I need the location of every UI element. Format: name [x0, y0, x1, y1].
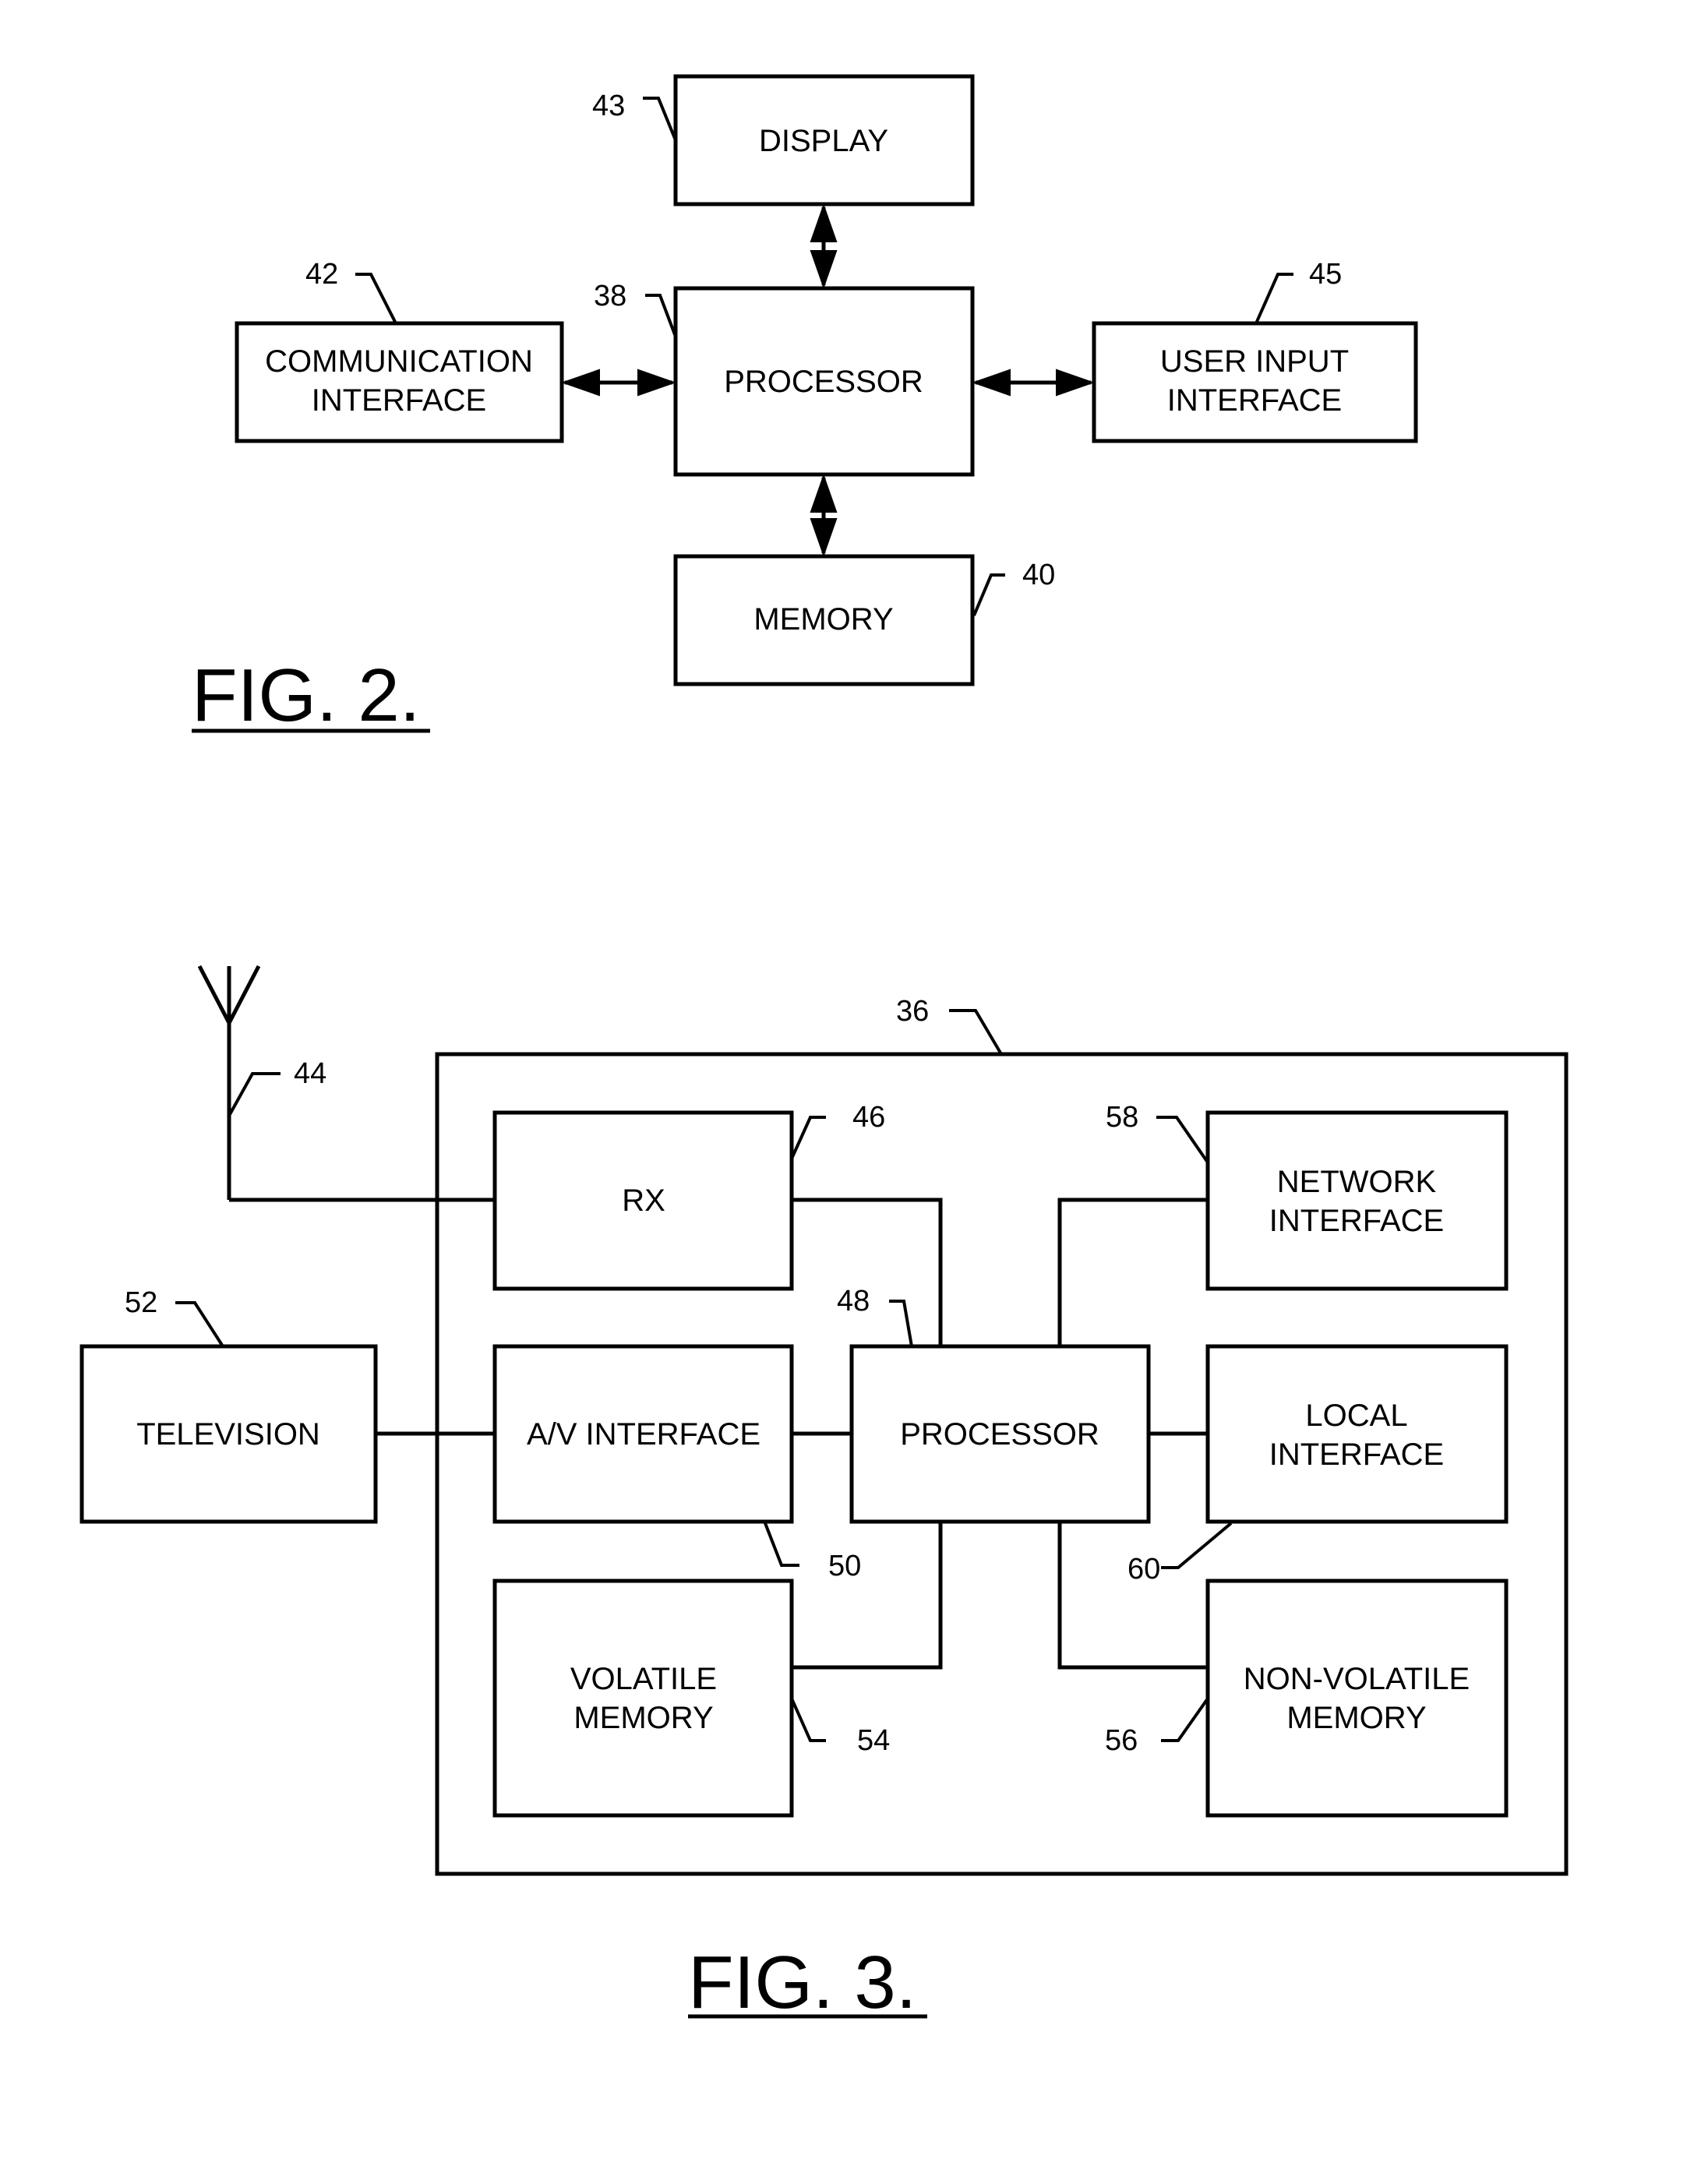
- processor-block: PROCESSOR: [673, 286, 975, 477]
- television-label: TELEVISION: [136, 1417, 320, 1452]
- volatile-memory-label-line1: VOLATILE: [570, 1662, 717, 1696]
- processor-label-fig3: PROCESSOR: [900, 1417, 1099, 1452]
- ref-38-leader: [645, 294, 677, 337]
- ref-46-leader: [790, 1116, 826, 1159]
- display-block: DISPLAY: [673, 74, 975, 206]
- ref-52: 52: [125, 1286, 157, 1319]
- local-interface-label-line2: INTERFACE: [1269, 1437, 1444, 1472]
- ref-45: 45: [1309, 258, 1342, 291]
- ref-48: 48: [837, 1285, 870, 1318]
- ref-38: 38: [594, 280, 626, 312]
- non-volatile-memory-label-line2: MEMORY: [1286, 1701, 1426, 1735]
- network-processor-line: [1057, 1198, 1208, 1346]
- ref-48-leader: [889, 1300, 913, 1347]
- ref-42: 42: [305, 258, 338, 291]
- memory-block: MEMORY: [673, 554, 975, 686]
- communication-interface-block: COMMUNICATION INTERFACE: [235, 321, 564, 443]
- fig2-caption: FIG. 2.: [192, 654, 420, 737]
- ref-58-leader: [1156, 1116, 1209, 1164]
- av-interface-label: A/V INTERFACE: [527, 1417, 760, 1452]
- ref-50: 50: [828, 1550, 861, 1582]
- ref-44: 44: [294, 1057, 326, 1090]
- ref-52-leader: [175, 1301, 224, 1348]
- ref-54-leader: [790, 1698, 826, 1742]
- user-input-interface-block: USER INPUT INTERFACE: [1092, 321, 1418, 443]
- ref-60: 60: [1127, 1553, 1160, 1586]
- non-volatile-memory-label-line1: NON-VOLATILE: [1244, 1662, 1470, 1696]
- ref-46: 46: [852, 1101, 885, 1134]
- ref-50-leader: [764, 1522, 799, 1567]
- processor-volatile-line: [792, 1522, 943, 1670]
- network-interface-label-line1: NETWORK: [1277, 1165, 1437, 1199]
- communication-interface-label-line1: COMMUNICATION: [265, 344, 533, 379]
- ref-40-leader: [972, 573, 1005, 616]
- display-label: DISPLAY: [759, 124, 888, 158]
- ref-42-leader: [355, 273, 397, 324]
- network-interface-label-line2: INTERFACE: [1269, 1204, 1444, 1238]
- ref-56-leader: [1161, 1697, 1209, 1742]
- ref-56: 56: [1105, 1724, 1138, 1757]
- antenna-icon: [197, 965, 261, 1200]
- memory-label: MEMORY: [753, 602, 893, 637]
- rx-block: RX: [492, 1110, 794, 1291]
- communication-interface-label-line2: INTERFACE: [312, 383, 486, 418]
- ref-43: 43: [592, 90, 625, 122]
- volatile-memory-label-line2: MEMORY: [573, 1701, 713, 1735]
- ref-45-leader: [1255, 273, 1293, 324]
- ref-54: 54: [857, 1724, 890, 1757]
- fig3-caption: FIG. 3.: [688, 1941, 916, 2024]
- non-volatile-memory-block: NON-VOLATILE MEMORY: [1205, 1579, 1509, 1818]
- user-input-interface-label-line1: USER INPUT: [1160, 344, 1349, 379]
- av-interface-block: A/V INTERFACE: [492, 1344, 794, 1524]
- processor-nonvolatile-line: [1057, 1522, 1208, 1670]
- ref-58: 58: [1106, 1101, 1138, 1134]
- figure-3: 36 44 RX 46 A/V INTERFACE 50 VOLATILE ME…: [79, 965, 1569, 2024]
- ref-36: 36: [896, 995, 929, 1028]
- ref-44-leader: [228, 1072, 281, 1116]
- ref-40: 40: [1022, 559, 1055, 591]
- rx-processor-line: [792, 1198, 943, 1346]
- local-interface-label-line1: LOCAL: [1305, 1399, 1407, 1433]
- ref-43-leader: [643, 97, 677, 141]
- user-input-interface-label-line2: INTERFACE: [1167, 383, 1342, 418]
- figure-2: DISPLAY 43 PROCESSOR 38 MEMORY 40 COMMUN…: [192, 74, 1418, 737]
- rx-label: RX: [622, 1184, 665, 1218]
- television-block: TELEVISION: [79, 1344, 378, 1524]
- processor-block-fig3: PROCESSOR: [849, 1344, 1151, 1524]
- processor-label: PROCESSOR: [724, 365, 923, 399]
- ref-36-leader: [949, 1009, 1003, 1056]
- patent-drawing-sheet: DISPLAY 43 PROCESSOR 38 MEMORY 40 COMMUN…: [79, 74, 1569, 2024]
- network-interface-block: NETWORK INTERFACE: [1205, 1110, 1509, 1291]
- ref-60-leader: [1161, 1522, 1233, 1569]
- volatile-memory-block: VOLATILE MEMORY: [492, 1579, 794, 1818]
- local-interface-block: LOCAL INTERFACE: [1205, 1344, 1509, 1524]
